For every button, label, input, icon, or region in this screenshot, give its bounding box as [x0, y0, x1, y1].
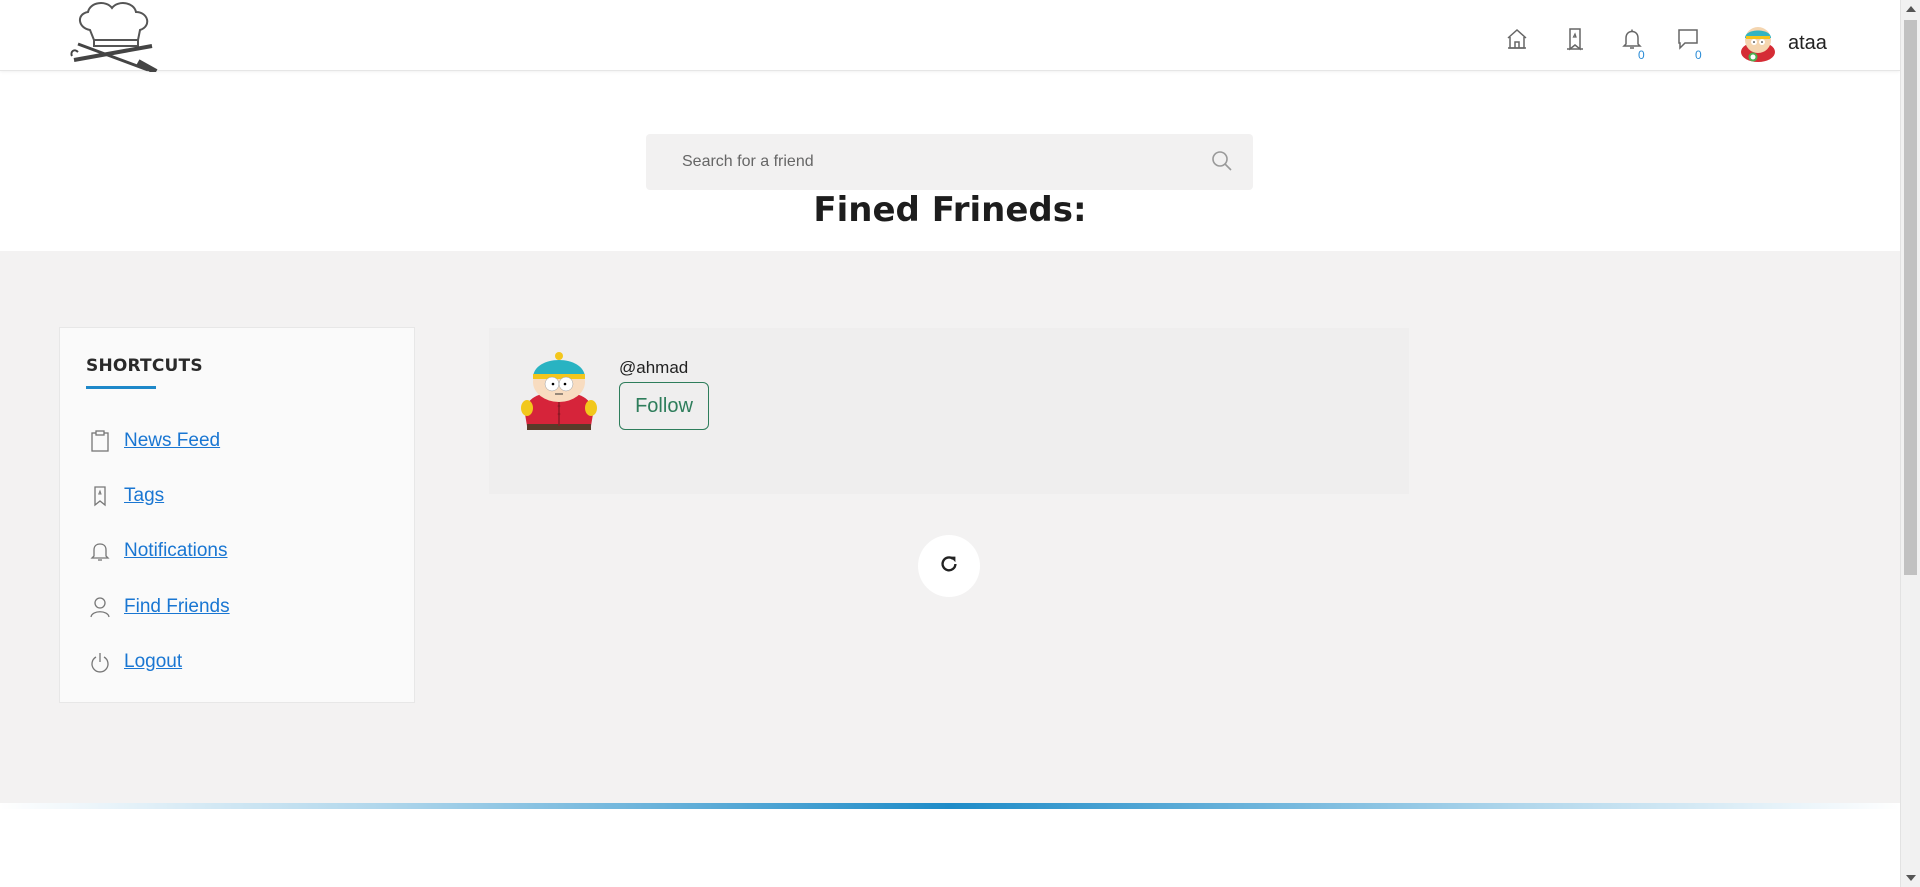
shortcut-label[interactable]: News Feed	[124, 430, 220, 452]
chef-logo[interactable]	[68, 0, 160, 75]
search-icon[interactable]	[1211, 150, 1233, 172]
tag-icon	[90, 485, 110, 507]
shortcut-logout[interactable]: Logout	[90, 651, 182, 673]
search-bar	[646, 134, 1253, 190]
follow-button[interactable]: Follow	[619, 382, 709, 430]
clipboard-icon	[90, 430, 110, 452]
shortcuts-panel: SHORTCUTS News Feed Tags Notifications F…	[59, 327, 415, 703]
scrollbar-thumb[interactable]	[1904, 20, 1917, 575]
shortcut-label[interactable]: Notifications	[124, 540, 228, 562]
scroll-down-arrow[interactable]	[1906, 875, 1916, 881]
footer	[0, 809, 1900, 887]
user-icon	[90, 596, 110, 618]
search-input[interactable]	[682, 142, 1182, 182]
refresh-icon	[938, 553, 960, 580]
shortcut-label[interactable]: Find Friends	[124, 596, 230, 618]
vertical-scrollbar[interactable]	[1900, 0, 1920, 887]
tag-icon[interactable]	[1560, 24, 1590, 54]
username: ataa	[1788, 31, 1827, 54]
notification-count: 0	[1638, 48, 1645, 62]
user-menu[interactable]: ataa	[1740, 24, 1827, 62]
home-icon[interactable]	[1502, 24, 1532, 54]
shortcut-notifications[interactable]: Notifications	[90, 540, 228, 562]
message-count: 0	[1695, 48, 1702, 62]
shortcut-news-feed[interactable]: News Feed	[90, 430, 220, 452]
shortcut-tags[interactable]: Tags	[90, 485, 164, 507]
power-icon	[90, 651, 110, 673]
shortcut-find-friends[interactable]: Find Friends	[90, 596, 230, 618]
scroll-up-arrow[interactable]	[1906, 6, 1916, 12]
bell-icon	[90, 540, 110, 562]
avatar	[1740, 24, 1776, 62]
shortcut-label[interactable]: Logout	[124, 651, 182, 673]
friend-result-card: @ahmad Follow	[489, 328, 1409, 494]
shortcut-label[interactable]: Tags	[124, 485, 164, 507]
friend-avatar[interactable]	[519, 352, 599, 432]
title-underline	[86, 386, 156, 389]
refresh-button[interactable]	[918, 535, 980, 597]
page-title: Fined Frineds:	[813, 190, 1087, 230]
shortcuts-title: SHORTCUTS	[86, 356, 203, 376]
top-navbar: 0 0 ataa	[0, 0, 1900, 75]
friend-handle[interactable]: @ahmad	[619, 358, 688, 378]
